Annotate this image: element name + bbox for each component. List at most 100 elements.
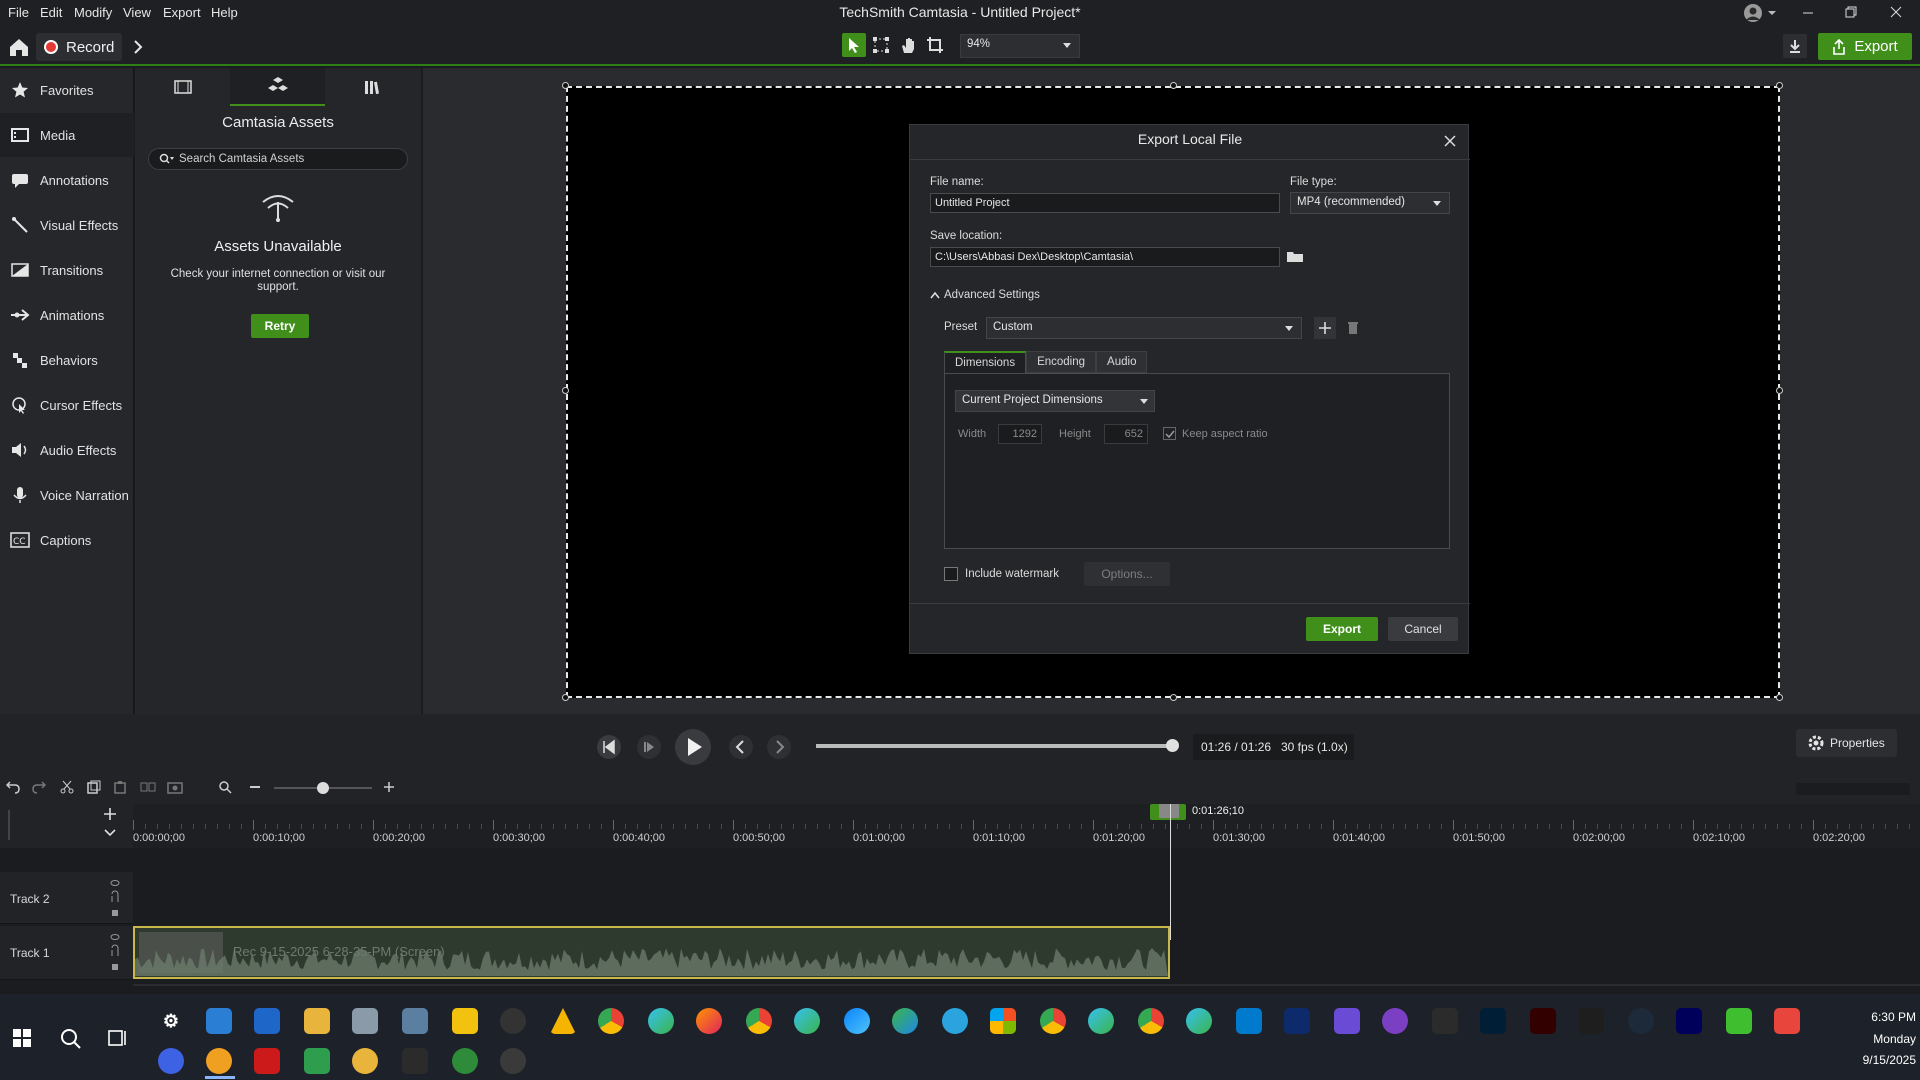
transform-tool-icon[interactable] bbox=[869, 33, 893, 57]
vscode-app-icon[interactable] bbox=[1236, 1008, 1262, 1034]
track-lock-icon[interactable] bbox=[110, 878, 120, 918]
illustrator-app-icon[interactable] bbox=[1530, 1008, 1556, 1034]
sidebar-item-favorites[interactable]: Favorites bbox=[0, 68, 134, 112]
edge-work-app-icon[interactable] bbox=[1186, 1008, 1212, 1034]
camtasia-red-app-icon[interactable] bbox=[1774, 1008, 1800, 1034]
chevron-right-icon[interactable] bbox=[132, 38, 144, 56]
tab-dimensions[interactable]: Dimensions bbox=[944, 351, 1027, 373]
snapshot-icon[interactable] bbox=[167, 780, 183, 794]
minimize-icon[interactable] bbox=[1800, 4, 1816, 20]
settings-app-icon[interactable]: ⚙ bbox=[158, 1008, 184, 1034]
playhead-handle[interactable] bbox=[1159, 804, 1179, 818]
paste-icon[interactable] bbox=[113, 780, 127, 794]
ms-store-app-icon[interactable] bbox=[990, 1008, 1016, 1034]
chrome-profile-app-icon[interactable] bbox=[746, 1008, 772, 1034]
undo-icon[interactable] bbox=[6, 780, 20, 794]
export-button[interactable]: Export bbox=[1818, 33, 1912, 60]
resize-handle[interactable] bbox=[1776, 694, 1783, 701]
control-panel-app-icon[interactable] bbox=[206, 1008, 232, 1034]
resize-handle[interactable] bbox=[1776, 387, 1783, 394]
sidebar-item-behaviors[interactable]: Behaviors bbox=[0, 338, 134, 382]
chrome-app-icon[interactable] bbox=[598, 1008, 624, 1034]
track-2-header[interactable]: Track 2 bbox=[0, 872, 133, 924]
camtasia-green-app-icon[interactable] bbox=[1726, 1008, 1752, 1034]
assets-search-input[interactable]: Search Camtasia Assets bbox=[148, 148, 408, 170]
options-button[interactable]: Options... bbox=[1084, 562, 1170, 586]
dialog-cancel-button[interactable]: Cancel bbox=[1388, 617, 1458, 641]
advanced-settings-toggle[interactable]: Advanced Settings bbox=[930, 289, 1040, 301]
sidebar-item-voice-narration[interactable]: Voice Narration bbox=[0, 473, 134, 517]
zoom-select[interactable]: 94% bbox=[960, 34, 1080, 58]
edge-profile-app-icon[interactable] bbox=[794, 1008, 820, 1034]
crop-tool-icon[interactable] bbox=[923, 33, 947, 57]
download-icon[interactable] bbox=[1783, 34, 1807, 58]
resize-handle[interactable] bbox=[1170, 694, 1177, 701]
sidebar-item-cursor-effects[interactable]: Cursor Effects bbox=[0, 383, 134, 427]
sticky-notes-app-icon[interactable] bbox=[452, 1008, 478, 1034]
player-app-icon[interactable] bbox=[500, 1048, 526, 1074]
paint-app-icon[interactable] bbox=[352, 1048, 378, 1074]
resize-handle[interactable] bbox=[562, 387, 569, 394]
account-avatar-icon[interactable] bbox=[1743, 3, 1777, 23]
fps-display[interactable]: 30 fps (1.0x) bbox=[1275, 734, 1354, 760]
terminal-app-icon[interactable] bbox=[1432, 1008, 1458, 1034]
timeline-ruler[interactable]: 0:00:00;00 0:00:10;00 0:00:20;00 0:00:30;00… bbox=[0, 804, 1920, 848]
search-icon[interactable] bbox=[60, 1028, 82, 1050]
zoom-out-icon[interactable] bbox=[250, 786, 260, 788]
restore-icon[interactable] bbox=[1843, 4, 1859, 20]
tab-camtasia-assets[interactable] bbox=[230, 68, 325, 106]
github-app-icon[interactable] bbox=[1382, 1008, 1408, 1034]
properties-button[interactable]: Properties bbox=[1796, 729, 1897, 757]
tab-library-media[interactable] bbox=[135, 68, 230, 106]
calculator-app-icon[interactable] bbox=[402, 1008, 428, 1034]
firefox-dev-app-icon[interactable] bbox=[844, 1008, 870, 1034]
media-player-app-icon[interactable] bbox=[500, 1008, 526, 1034]
windows-start-icon[interactable] bbox=[12, 1028, 32, 1048]
resize-handle[interactable] bbox=[1776, 82, 1783, 89]
close-icon[interactable] bbox=[1444, 135, 1456, 147]
step-back-icon[interactable] bbox=[636, 734, 662, 760]
save-location-input[interactable]: C:\Users\Abbasi Dex\Desktop\Camtasia\ bbox=[930, 247, 1280, 267]
photoshop-app-icon[interactable] bbox=[1480, 1008, 1506, 1034]
tab-encoding[interactable]: Encoding bbox=[1026, 351, 1097, 373]
cut-icon[interactable] bbox=[60, 780, 74, 794]
task-view-icon[interactable] bbox=[108, 1028, 128, 1048]
sidebar-item-visual-effects[interactable]: Visual Effects bbox=[0, 203, 134, 247]
file-name-input[interactable]: Untitled Project bbox=[930, 193, 1280, 213]
premiere-app-icon[interactable] bbox=[1676, 1008, 1702, 1034]
add-preset-icon[interactable] bbox=[1314, 317, 1336, 339]
track-lock-icon[interactable] bbox=[110, 932, 120, 972]
file-type-select[interactable]: MP4 (recommended) bbox=[1290, 192, 1450, 214]
sidebar-item-animations[interactable]: Animations bbox=[0, 293, 134, 337]
tab-library[interactable] bbox=[325, 68, 420, 106]
security-shield-app-icon[interactable] bbox=[402, 1048, 428, 1074]
chevron-down-icon[interactable] bbox=[104, 828, 116, 838]
timeline-zoom-slider[interactable] bbox=[274, 782, 372, 794]
skip-back-icon[interactable] bbox=[596, 734, 622, 760]
tab-audio[interactable]: Audio bbox=[1096, 351, 1148, 373]
dimensions-select[interactable]: Current Project Dimensions bbox=[955, 390, 1155, 412]
close-window-icon[interactable] bbox=[1888, 4, 1904, 20]
add-track-icon[interactable] bbox=[104, 808, 116, 820]
chrome-alt-app-icon[interactable] bbox=[1040, 1008, 1066, 1034]
reader-app-icon[interactable] bbox=[304, 1048, 330, 1074]
redo-icon[interactable] bbox=[32, 780, 46, 794]
zoom-slider-handle[interactable] bbox=[317, 782, 329, 794]
zoom-search-icon[interactable] bbox=[218, 780, 232, 794]
figma-app-icon[interactable] bbox=[1578, 1008, 1604, 1034]
record-button[interactable]: Record bbox=[36, 33, 123, 61]
delete-preset-icon[interactable] bbox=[1342, 317, 1364, 339]
home-icon[interactable] bbox=[8, 37, 30, 57]
hand-tool-icon[interactable] bbox=[896, 33, 920, 57]
acrobat-app-icon[interactable] bbox=[254, 1048, 280, 1074]
notes-app-icon[interactable] bbox=[1334, 1008, 1360, 1034]
next-marker-icon[interactable] bbox=[766, 734, 792, 760]
drive-app-icon[interactable] bbox=[550, 1008, 576, 1034]
zoom-in-icon[interactable] bbox=[384, 782, 394, 792]
media-clip[interactable]: Rec 9-15-2025 6-28-35-PM (Screen) bbox=[133, 926, 1170, 979]
sidebar-item-captions[interactable]: CC Captions bbox=[0, 518, 134, 562]
telegram-app-icon[interactable] bbox=[942, 1008, 968, 1034]
sidebar-item-transitions[interactable]: Transitions bbox=[0, 248, 134, 292]
play-icon[interactable] bbox=[674, 728, 712, 766]
select-tool-icon[interactable] bbox=[842, 33, 866, 57]
